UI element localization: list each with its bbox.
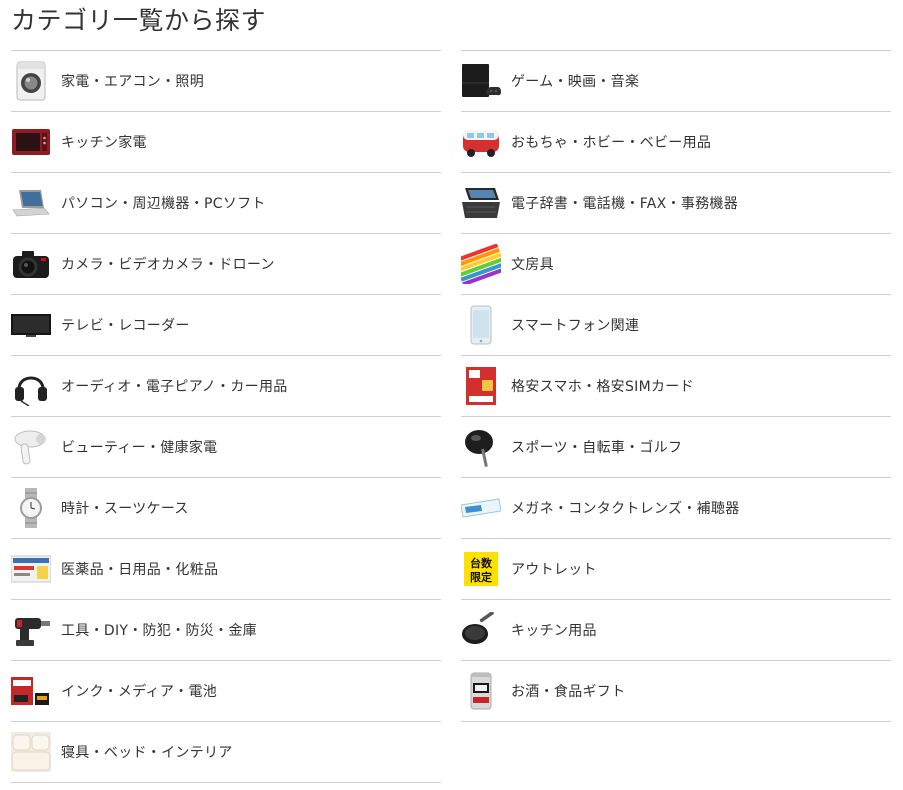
svg-text:限定: 限定 bbox=[470, 570, 492, 584]
contact-lens-box-icon bbox=[461, 488, 501, 528]
category-label: 電子辞書・電話機・FAX・事務機器 bbox=[511, 196, 739, 212]
category-item-beauty[interactable]: ビューティー・健康家電 bbox=[11, 417, 441, 478]
category-item-smartphone[interactable]: スマートフォン関連 bbox=[461, 295, 891, 356]
toy-bus-icon bbox=[461, 122, 501, 162]
category-label: スポーツ・自転車・ゴルフ bbox=[511, 440, 683, 456]
category-label: おもちゃ・ホビー・ベビー用品 bbox=[511, 135, 712, 151]
category-item-kitchen-appliances[interactable]: キッチン家電 bbox=[11, 112, 441, 173]
outlet-badge-icon: 台数 限定 bbox=[461, 549, 501, 589]
category-label: キッチン家電 bbox=[61, 135, 147, 151]
category-item-toys[interactable]: おもちゃ・ホビー・ベビー用品 bbox=[461, 112, 891, 173]
svg-text:台数: 台数 bbox=[470, 556, 493, 570]
category-item-ink[interactable]: インク・メディア・電池 bbox=[11, 661, 441, 722]
laptop-icon bbox=[11, 183, 51, 223]
headphones-icon bbox=[11, 366, 51, 406]
category-label: 家電・エアコン・照明 bbox=[61, 74, 204, 90]
tv-icon bbox=[11, 305, 51, 345]
category-item-appliances[interactable]: 家電・エアコン・照明 bbox=[11, 51, 441, 112]
category-item-sports[interactable]: スポーツ・自転車・ゴルフ bbox=[461, 417, 891, 478]
category-label: キッチン用品 bbox=[511, 623, 597, 639]
sim-card-package-icon bbox=[461, 366, 501, 406]
category-item-sim[interactable]: 格安スマホ・格安SIMカード bbox=[461, 356, 891, 417]
washing-machine-icon bbox=[11, 61, 51, 101]
category-item-outlet[interactable]: 台数 限定 アウトレット bbox=[461, 539, 891, 600]
category-label: ゲーム・映画・音楽 bbox=[511, 74, 640, 90]
medicine-box-icon bbox=[11, 549, 51, 589]
category-label: メガネ・コンタクトレンズ・補聴器 bbox=[511, 501, 740, 517]
category-item-glasses[interactable]: メガネ・コンタクトレンズ・補聴器 bbox=[461, 478, 891, 539]
category-item-watch[interactable]: 時計・スーツケース bbox=[11, 478, 441, 539]
category-item-games[interactable]: ゲーム・映画・音楽 bbox=[461, 51, 891, 112]
category-label: 寝具・ベッド・インテリア bbox=[61, 745, 233, 761]
category-list-left: 家電・エアコン・照明 キッチン家電 パソコン・周辺機器・PCソフト カメラ・ビデ… bbox=[11, 50, 441, 783]
page-title: カテゴリ一覧から探す bbox=[11, 6, 267, 35]
electronic-dictionary-icon bbox=[461, 183, 501, 223]
category-item-tv[interactable]: テレビ・レコーダー bbox=[11, 295, 441, 356]
wristwatch-icon bbox=[11, 488, 51, 528]
smartphone-icon bbox=[461, 305, 501, 345]
category-label: パソコン・周辺機器・PCソフト bbox=[61, 196, 266, 212]
beer-can-icon bbox=[461, 671, 501, 711]
ink-cartridge-icon bbox=[11, 671, 51, 711]
golf-club-icon bbox=[461, 427, 501, 467]
category-item-camera[interactable]: カメラ・ビデオカメラ・ドローン bbox=[11, 234, 441, 295]
category-label: インク・メディア・電池 bbox=[61, 684, 218, 700]
category-item-stationery[interactable]: 文房具 bbox=[461, 234, 891, 295]
category-item-bedding[interactable]: 寝具・ベッド・インテリア bbox=[11, 722, 441, 783]
category-label: 工具・DIY・防犯・防災・金庫 bbox=[61, 623, 257, 639]
hair-dryer-icon bbox=[11, 427, 51, 467]
category-label: スマートフォン関連 bbox=[511, 318, 640, 334]
category-item-medicine[interactable]: 医薬品・日用品・化粧品 bbox=[11, 539, 441, 600]
category-item-kitchenware[interactable]: キッチン用品 bbox=[461, 600, 891, 661]
category-label: カメラ・ビデオカメラ・ドローン bbox=[61, 257, 275, 273]
category-label: アウトレット bbox=[511, 562, 597, 578]
category-label: テレビ・レコーダー bbox=[61, 318, 190, 334]
category-label: オーディオ・電子ピアノ・カー用品 bbox=[61, 379, 288, 395]
power-drill-icon bbox=[11, 610, 51, 650]
category-item-tools[interactable]: 工具・DIY・防犯・防災・金庫 bbox=[11, 600, 441, 661]
category-label: 文房具 bbox=[511, 257, 554, 273]
game-console-icon bbox=[461, 61, 501, 101]
camera-icon bbox=[11, 244, 51, 284]
category-label: お酒・食品ギフト bbox=[511, 684, 626, 700]
category-item-office[interactable]: 電子辞書・電話機・FAX・事務機器 bbox=[461, 173, 891, 234]
category-label: 格安スマホ・格安SIMカード bbox=[511, 379, 694, 395]
category-label: 医薬品・日用品・化粧品 bbox=[61, 562, 219, 578]
category-item-pc[interactable]: パソコン・周辺機器・PCソフト bbox=[11, 173, 441, 234]
microwave-oven-icon bbox=[11, 122, 51, 162]
colored-pencils-icon bbox=[461, 244, 501, 284]
frying-pan-icon bbox=[461, 610, 501, 650]
category-item-liquor[interactable]: お酒・食品ギフト bbox=[461, 661, 891, 722]
category-list-right: ゲーム・映画・音楽 おもちゃ・ホビー・ベビー用品 電子辞書・電話機・FAX・事務… bbox=[461, 50, 891, 722]
bedding-icon bbox=[11, 732, 51, 772]
category-label: ビューティー・健康家電 bbox=[61, 440, 218, 456]
category-item-audio[interactable]: オーディオ・電子ピアノ・カー用品 bbox=[11, 356, 441, 417]
category-label: 時計・スーツケース bbox=[61, 501, 189, 517]
